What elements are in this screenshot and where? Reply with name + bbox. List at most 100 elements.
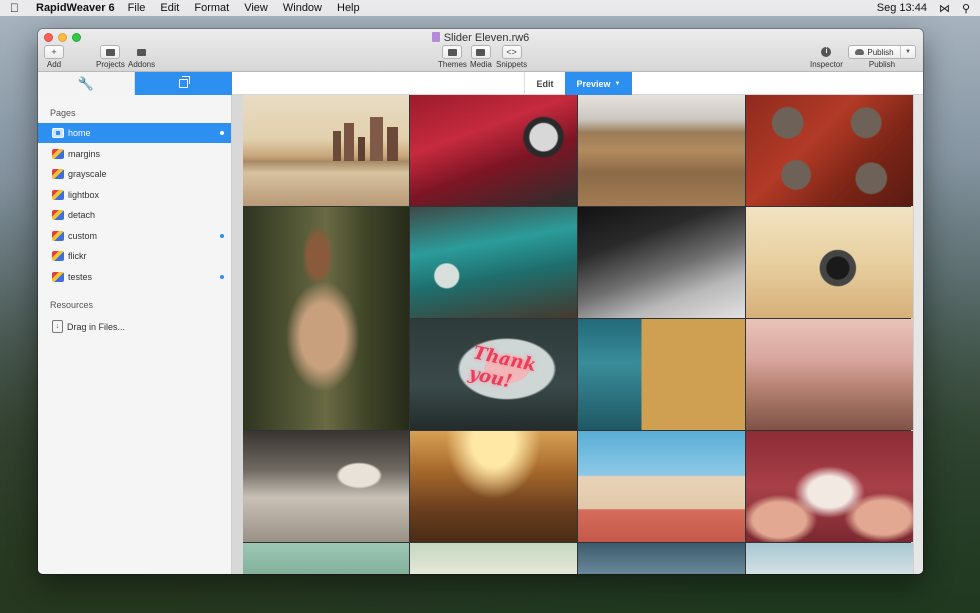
page-item-testes[interactable]: testes	[38, 267, 231, 287]
pages-header: Pages	[50, 108, 76, 118]
publish-dropdown-chevron-icon[interactable]: ▼	[901, 49, 915, 55]
photo-autumn-leaves[interactable]	[410, 431, 577, 542]
code-brackets-icon: <>	[501, 45, 522, 59]
page-item-grayscale[interactable]: grayscale	[38, 164, 231, 184]
unpublished-dot-icon	[220, 234, 224, 238]
photo-grid: Thank you!	[243, 95, 913, 574]
preview-mode-label: Preview	[576, 78, 611, 89]
photo-partial-1[interactable]	[243, 543, 409, 574]
chevron-down-icon: ▼	[614, 80, 621, 87]
document-icon	[431, 32, 440, 42]
page-icon	[52, 231, 64, 241]
page-item-label: grayscale	[68, 169, 107, 179]
page-item-lightbox[interactable]: lightbox	[38, 185, 231, 205]
snippets-label: Snippets	[496, 60, 528, 69]
pages-stack-icon	[179, 76, 190, 88]
page-icon	[52, 149, 64, 159]
photo-partial-3[interactable]	[578, 543, 745, 574]
drag-in-files-label: Drag in Files...	[67, 321, 126, 332]
home-page-icon	[52, 128, 64, 138]
sidebar-tab-settings[interactable]: 🔧	[38, 72, 135, 95]
menu-window[interactable]: Window	[283, 2, 322, 14]
addons-button[interactable]: Addons	[128, 45, 155, 69]
neon-sign-text: Thank you!	[466, 342, 538, 393]
themes-button[interactable]: Themes	[438, 45, 467, 69]
photo-teal-car[interactable]	[410, 207, 577, 318]
edit-mode-button[interactable]: Edit	[524, 72, 565, 95]
page-item-label: custom	[68, 231, 98, 241]
menu-edit[interactable]: Edit	[160, 2, 179, 14]
page-item-flickr[interactable]: flickr	[38, 246, 231, 266]
plus-icon: +	[44, 45, 64, 59]
spotlight-search-icon[interactable]: ⚲	[962, 2, 970, 15]
window-title-text: Slider Eleven.rw6	[443, 32, 530, 44]
info-icon: i	[816, 45, 836, 59]
menu-format[interactable]: Format	[194, 2, 229, 14]
page-item-margins[interactable]: margins	[38, 144, 231, 164]
photo-rusty-bolts[interactable]	[746, 95, 913, 206]
menu-file[interactable]: File	[128, 2, 146, 14]
puzzle-icon	[132, 45, 152, 59]
photo-fence-post[interactable]	[746, 319, 913, 430]
photo-girl-forest[interactable]	[243, 207, 409, 430]
photo-wall[interactable]	[578, 431, 745, 542]
publish-label: Publish	[868, 60, 896, 69]
unpublished-dot-icon	[220, 131, 224, 135]
menubar-status-area: Seg 13:44 ⋈ ⚲	[877, 2, 970, 15]
preview-pane[interactable]: Thank you!	[232, 95, 923, 574]
page-icon	[52, 169, 64, 179]
apple-menu-icon[interactable]: 	[10, 1, 24, 15]
photo-hills[interactable]	[578, 95, 745, 206]
projects-icon	[100, 45, 121, 59]
projects-button[interactable]: Projects	[96, 45, 125, 69]
mode-bar: 🔧 Edit Preview ▼	[38, 72, 923, 95]
image-icon	[470, 45, 491, 59]
add-label: Add	[46, 60, 62, 69]
page-icon	[52, 190, 64, 200]
add-button[interactable]: + Add	[44, 45, 64, 69]
photo-slides-hands[interactable]	[746, 431, 913, 542]
sidebar-tab-pages[interactable]	[135, 72, 232, 95]
menu-app-name[interactable]: RapidWeaver 6	[36, 2, 115, 14]
menu-help[interactable]: Help	[337, 2, 360, 14]
page-item-custom[interactable]: custom	[38, 226, 231, 246]
publish-button[interactable]: Publish ▼	[848, 45, 916, 59]
drag-in-files-item[interactable]: ↓ Drag in Files...	[52, 320, 125, 333]
preview-scrollbar[interactable]	[913, 95, 923, 574]
menubar-clock[interactable]: Seg 13:44	[877, 2, 927, 14]
photo-partial-2[interactable]	[410, 543, 577, 574]
resources-header: Resources	[50, 300, 94, 310]
page-item-detach[interactable]: detach	[38, 205, 231, 225]
photo-partial-4[interactable]	[746, 543, 913, 574]
photo-red-car[interactable]	[410, 95, 577, 206]
page-item-label: detach	[68, 210, 96, 220]
page-item-label: home	[68, 128, 91, 138]
media-button[interactable]: Media	[470, 45, 492, 69]
title-bar: Slider Eleven.rw6 + Add Projects Addons …	[38, 29, 923, 72]
themes-label: Themes	[438, 60, 467, 69]
photo-camera-lens[interactable]	[746, 207, 913, 318]
cloud-upload-icon	[855, 49, 865, 55]
publish-button-text: Publish	[867, 47, 894, 57]
photo-laptop[interactable]	[578, 207, 745, 318]
inspector-button[interactable]: i Inspector	[810, 45, 843, 69]
bowtie-icon[interactable]: ⋈	[939, 2, 950, 15]
app-window: Slider Eleven.rw6 + Add Projects Addons …	[38, 29, 923, 574]
unpublished-dot-icon	[220, 275, 224, 279]
wrench-icon: 🔧	[77, 75, 95, 91]
publish-main-button[interactable]: Publish	[849, 46, 901, 58]
preview-mode-button[interactable]: Preview ▼	[565, 72, 632, 95]
photo-building[interactable]	[578, 319, 745, 430]
inspector-label: Inspector	[810, 60, 843, 69]
snippets-button[interactable]: <> Snippets	[496, 45, 527, 69]
photo-beach-skyline[interactable]	[243, 95, 409, 206]
menu-view[interactable]: View	[244, 2, 268, 14]
page-icon	[52, 272, 64, 282]
media-label: Media	[470, 60, 492, 69]
addons-label: Addons	[128, 60, 156, 69]
page-icon	[52, 251, 64, 261]
photo-thank-you-sign[interactable]: Thank you!	[410, 319, 577, 430]
projects-label: Projects	[96, 60, 125, 69]
page-item-home[interactable]: home	[38, 123, 231, 143]
photo-coffee-cup[interactable]	[243, 431, 409, 542]
